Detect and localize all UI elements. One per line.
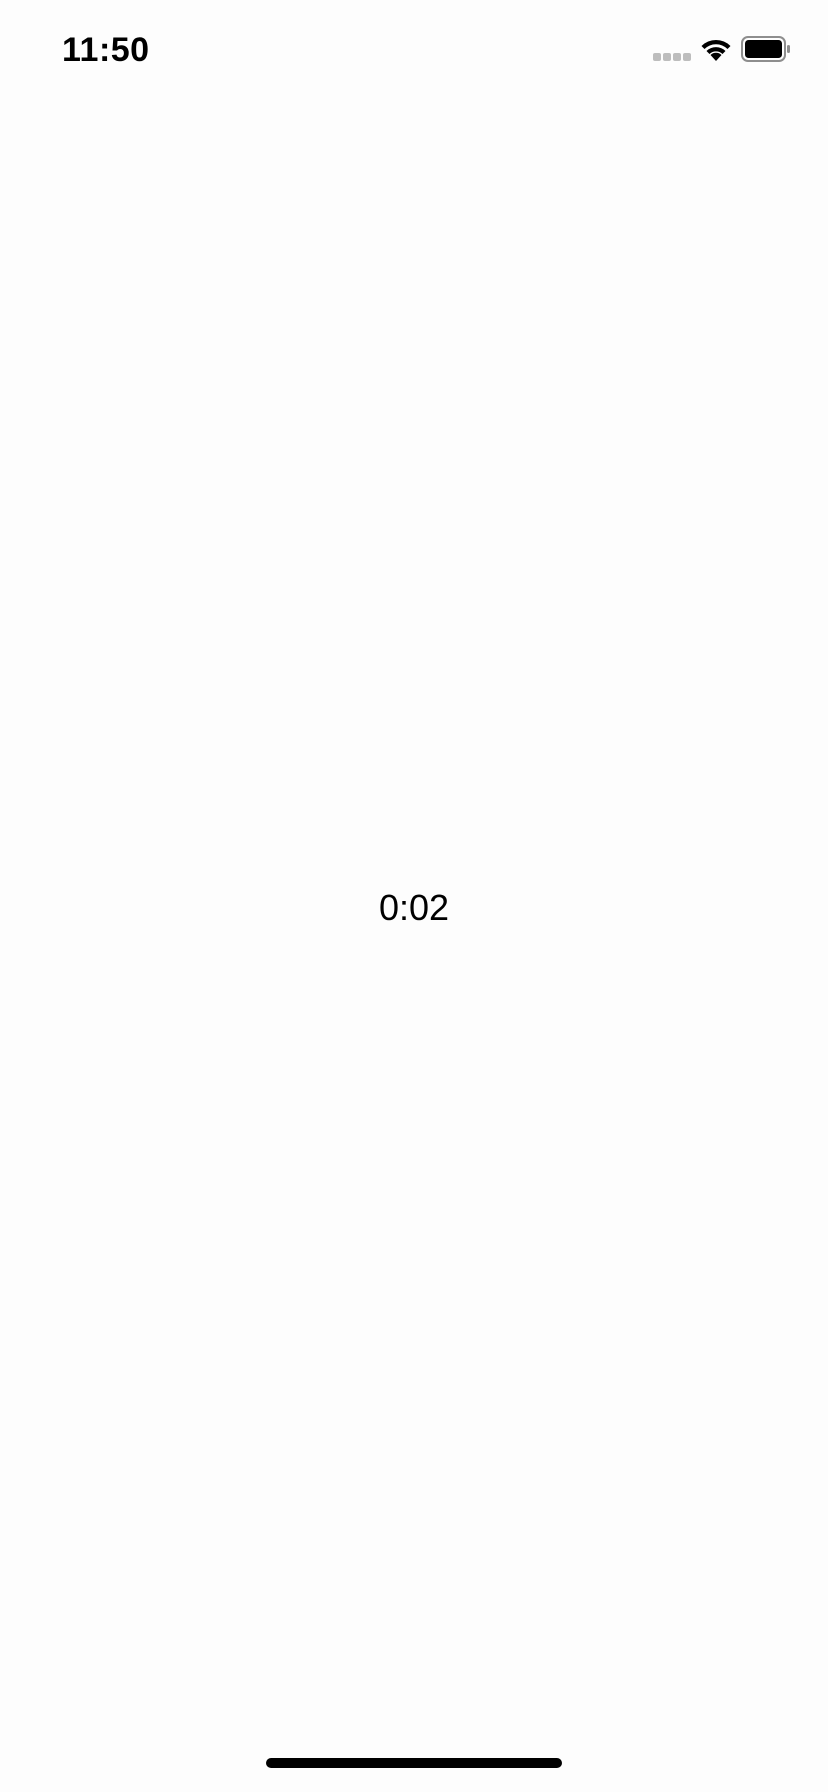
cellular-signal-icon	[653, 53, 693, 63]
signal-bar-2	[663, 53, 671, 61]
app-screen: 11:50 0:02	[0, 0, 828, 1792]
wifi-icon	[698, 34, 734, 62]
status-time: 11:50	[62, 31, 150, 69]
battery-icon	[741, 36, 791, 62]
signal-bar-3	[673, 53, 681, 61]
signal-bar-4	[683, 53, 691, 61]
timer-label: 0:02	[378, 887, 450, 928]
status-bar: 11:50	[0, 0, 828, 100]
signal-bar-1	[653, 53, 661, 61]
home-indicator[interactable]	[266, 1758, 562, 1768]
